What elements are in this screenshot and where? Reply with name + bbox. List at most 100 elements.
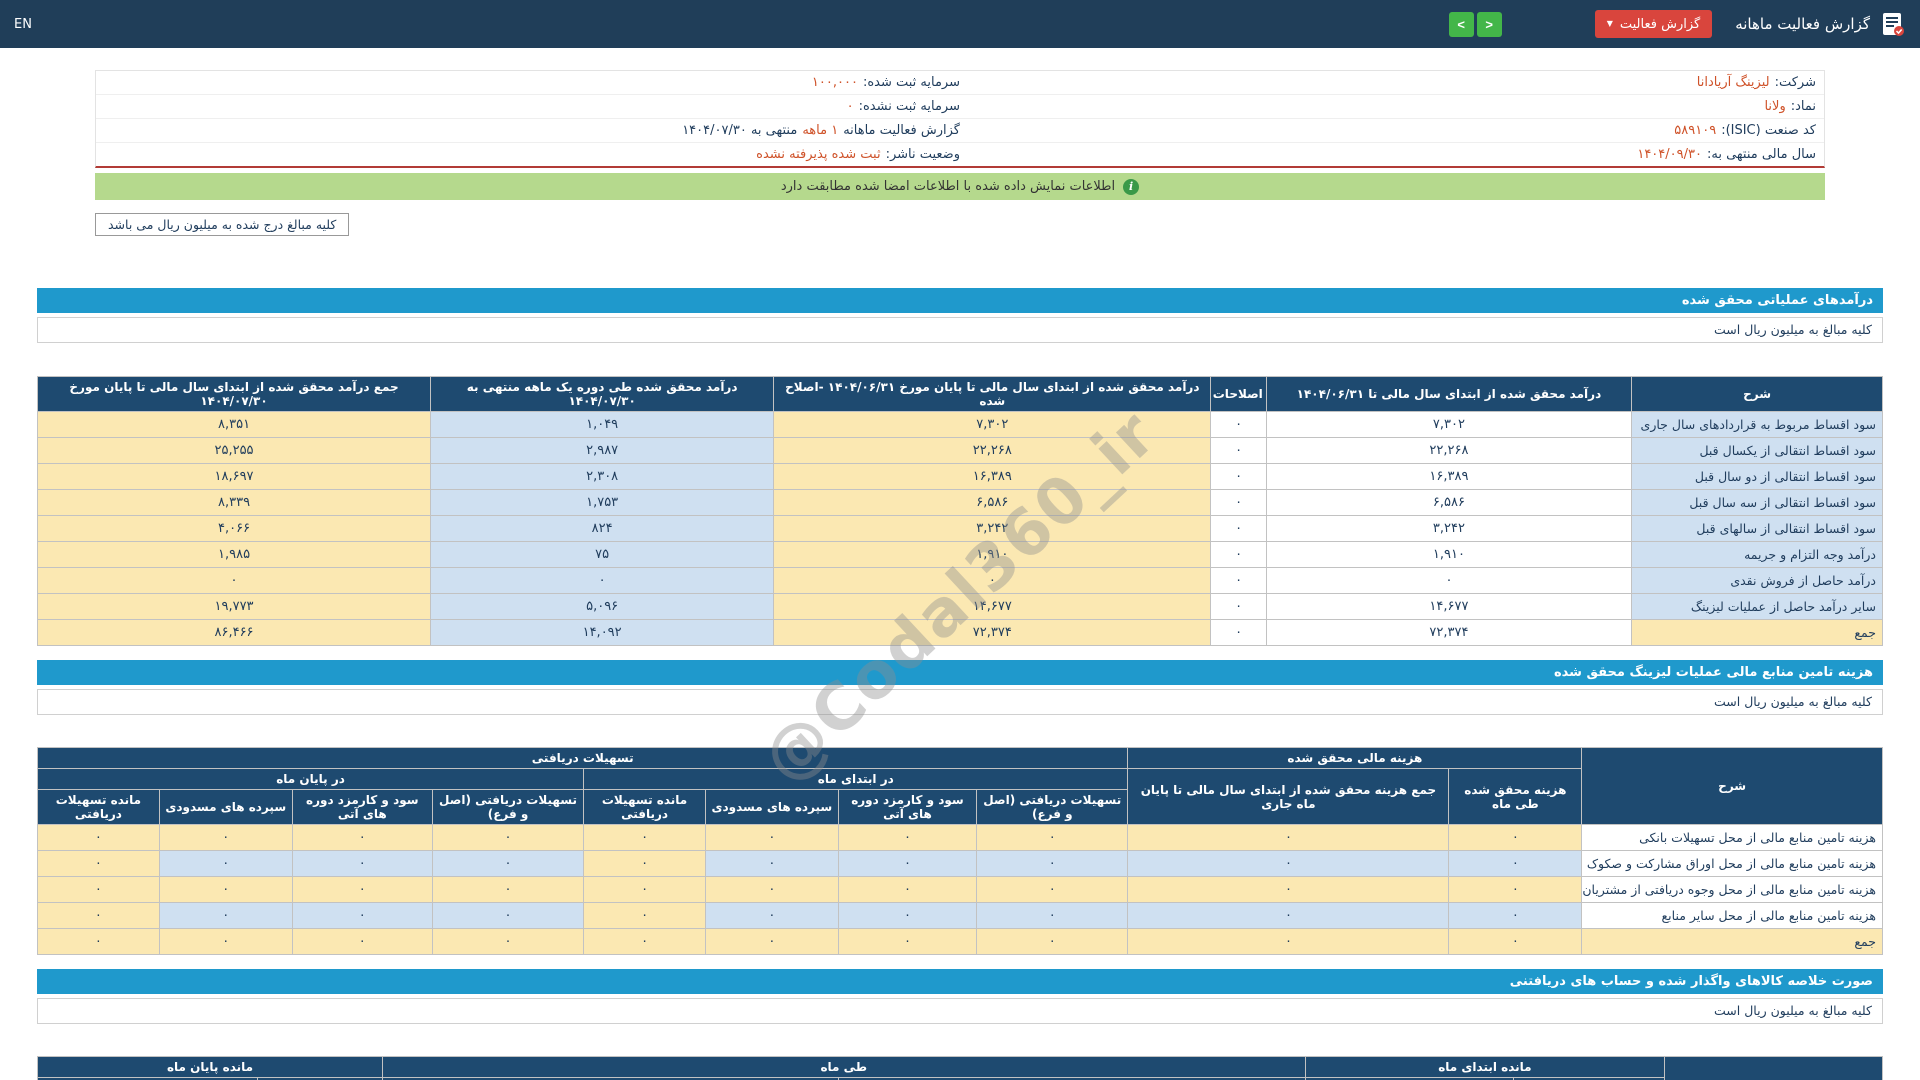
company-info: شرکت: لیزینگ آریادانا سرمایه ثبت شده: ۱۰… bbox=[95, 70, 1825, 168]
field-value: ۱۴۰۴/۰۹/۳۰ bbox=[1637, 147, 1702, 162]
cell: ۰ bbox=[1210, 489, 1267, 516]
cell: ۸۲۴ bbox=[430, 515, 775, 542]
table-row: سود اقساط انتقالی از سالهای قبل ۳,۲۴۲ ۰ ۳,۲… bbox=[36, 515, 1883, 542]
row-label: درآمد حاصل از فروش نقدی bbox=[1631, 567, 1883, 594]
col-group-end-balance: مانده پایان ماه bbox=[36, 1056, 384, 1078]
cell: ۱۶,۳۸۹ bbox=[1265, 463, 1633, 490]
language-toggle[interactable]: EN bbox=[14, 17, 32, 32]
cell: ۱۴,۶۷۷ bbox=[773, 593, 1212, 620]
period-nav: < > bbox=[1448, 11, 1502, 37]
col-header-facility-balance: مانده تسهیلات دریافتی bbox=[37, 789, 160, 825]
status-badge: ثبت شده پذیرفته نشده bbox=[756, 147, 881, 162]
row-label: سود اقساط انتقالی از یکسال قبل bbox=[1631, 437, 1883, 464]
cell: ۱۹,۷۷۳ bbox=[36, 593, 432, 620]
row-label: سود اقساط انتقالی از سالهای قبل bbox=[1631, 515, 1883, 542]
section-title: هزینه تامین منابع مالی عملیات لیزینگ محق… bbox=[37, 660, 1883, 685]
col-header-sharh: شرح bbox=[1581, 747, 1883, 825]
col-header-facility-principal: تسهیلات دریافتی (اصل و فرع) bbox=[431, 789, 585, 825]
table-row: هزینه تامین منابع مالی از محل تسهیلات با… bbox=[37, 824, 1883, 851]
company-name[interactable]: لیزینگ آریادانا bbox=[1697, 75, 1770, 90]
isic-field: کد صنعت (ISIC): ۵۸۹۱۰۹ bbox=[960, 123, 1816, 138]
cell: ۰ bbox=[1448, 824, 1583, 851]
report-period-field: گزارش فعالیت ماهانه ۱ ماهه منتهی به ۱۴۰۴… bbox=[104, 123, 960, 138]
section-operating-revenue: درآمدهای عملیاتی محقق شده کلیه مبالغ به … bbox=[36, 288, 1883, 646]
section-title: صورت خلاصه کالاهای واگذار شده و حساب های… bbox=[37, 969, 1883, 994]
cell: ۰ bbox=[837, 824, 978, 851]
unit-note-row: کلیه مبالغ به میلیون ریال است bbox=[37, 689, 1883, 715]
col-group-during-month: طی ماه bbox=[382, 1056, 1306, 1078]
cell: ۰ bbox=[158, 876, 293, 903]
info-row: کد صنعت (ISIC): ۵۸۹۱۰۹ گزارش فعالیت ماها… bbox=[96, 119, 1824, 143]
cell: ۰ bbox=[291, 824, 433, 851]
page-body: شرکت: لیزینگ آریادانا سرمایه ثبت شده: ۱۰… bbox=[0, 70, 1920, 1080]
cell: ۰ bbox=[837, 876, 978, 903]
cell: ۰ bbox=[837, 850, 978, 877]
col-group-end-month: در پایان ماه bbox=[36, 768, 585, 790]
nav-prev-button[interactable]: < bbox=[1476, 11, 1502, 37]
field-label: سال مالی منتهی به: bbox=[1706, 147, 1816, 162]
col-header-adjustments: اصلاحات bbox=[1210, 376, 1267, 412]
section-title: درآمدهای عملیاتی محقق شده bbox=[37, 288, 1883, 313]
cell: ۱,۹۱۰ bbox=[773, 541, 1212, 568]
signed-info-text: اطلاعات نمایش داده شده با اطلاعات امضا ش… bbox=[780, 179, 1116, 194]
cell: ۰ bbox=[583, 824, 706, 851]
symbol-field: نماد: ولانا bbox=[960, 99, 1816, 114]
col-header-facility-principal: تسهیلات دریافتی (اصل و فرع) bbox=[976, 789, 1129, 825]
field-value: ۰ bbox=[846, 99, 854, 114]
cell: ۰ bbox=[704, 928, 839, 955]
cell: ۰ bbox=[1127, 824, 1450, 851]
table-row: هزینه تامین منابع مالی از محل سایر منابع… bbox=[37, 902, 1883, 929]
cell: ۰ bbox=[583, 902, 706, 929]
table-row: هزینه تامین منابع مالی از محل اوراق مشار… bbox=[37, 850, 1883, 877]
cell: ۷۲,۳۷۴ bbox=[1265, 619, 1633, 646]
table-row: جمع ۷۲,۳۷۴ ۰ ۷۲,۳۷۴ ۱۴,۰۹۲ ۸۶,۴۶۶ bbox=[36, 619, 1883, 646]
cell: ۱,۰۴۹ bbox=[430, 411, 775, 438]
cell: ۰ bbox=[431, 876, 585, 903]
cell: ۵,۰۹۶ bbox=[430, 593, 775, 620]
report-type-button[interactable]: گزارش فعالیت ▼ bbox=[1594, 10, 1713, 38]
cell: ۲۲,۲۶۸ bbox=[1265, 437, 1633, 464]
row-label: هزینه تامین منابع مالی از محل وجوه دریاف… bbox=[1581, 876, 1883, 903]
col-group-begin-month: در ابتدای ماه bbox=[583, 768, 1129, 790]
cell: ۰ bbox=[976, 902, 1129, 929]
cell: ۰ bbox=[158, 902, 293, 929]
field-value: ۱۰۰,۰۰۰ bbox=[811, 75, 858, 90]
cell: ۰ bbox=[1210, 619, 1267, 646]
info-row: شرکت: لیزینگ آریادانا سرمایه ثبت شده: ۱۰… bbox=[96, 71, 1824, 95]
cell: ۰ bbox=[291, 928, 433, 955]
cell: ۱,۹۸۵ bbox=[36, 541, 432, 568]
nav-next-button[interactable]: > bbox=[1448, 11, 1474, 37]
field-label: نماد: bbox=[1790, 99, 1816, 114]
publisher-status-field: وضعیت ناشر: ثبت شده پذیرفته نشده bbox=[104, 147, 960, 162]
col-header-cost-month: هزینه محقق شده طی ماه bbox=[1448, 768, 1583, 825]
cell: ۰ bbox=[773, 567, 1212, 594]
row-label: سایر درآمد حاصل از عملیات لیزینگ bbox=[1631, 593, 1883, 620]
cell: ۰ bbox=[976, 824, 1129, 851]
finance-cost-table: شرح هزینه مالی محقق شده تسهیلات دریافتی … bbox=[36, 747, 1883, 955]
cell: ۴,۰۶۶ bbox=[36, 515, 432, 542]
cell: ۰ bbox=[291, 902, 433, 929]
symbol-value: ولانا bbox=[1764, 99, 1786, 114]
cell: ۰ bbox=[37, 824, 160, 851]
cell: ۰ bbox=[976, 850, 1129, 877]
cell: ۳,۲۴۲ bbox=[773, 515, 1212, 542]
cell: ۰ bbox=[583, 850, 706, 877]
cell: ۰ bbox=[1210, 541, 1267, 568]
col-header-ytd: درآمد محقق شده از ابتدای سال مالی تا ۱۴۰… bbox=[1265, 376, 1633, 412]
cell: ۰ bbox=[1127, 902, 1450, 929]
cell: ۰ bbox=[1127, 928, 1450, 955]
cell: ۲,۹۸۷ bbox=[430, 437, 775, 464]
report-type-label: گزارش فعالیت bbox=[1619, 16, 1701, 32]
field-label: وضعیت ناشر: bbox=[885, 147, 960, 162]
table-row: سود اقساط انتقالی از سه سال قبل ۶,۵۸۶ ۰ ۶,۵… bbox=[36, 489, 1883, 516]
row-label: سود اقساط مربوط به قراردادهای سال جاری bbox=[1631, 411, 1883, 438]
col-header-future-interest: سود و کارمزد دوره های آتی bbox=[291, 789, 433, 825]
cell: ۶,۵۸۶ bbox=[1265, 489, 1633, 516]
row-label: هزینه تامین منابع مالی از محل تسهیلات با… bbox=[1581, 824, 1883, 851]
table-row: جمع ۰ ۰ ۰ ۰ ۰ ۰ ۰ ۰ ۰ ۰ bbox=[37, 928, 1883, 955]
cell: ۰ bbox=[1448, 850, 1583, 877]
col-group-realized-cost: هزینه مالی محقق شده bbox=[1127, 747, 1583, 769]
cell: ۸,۳۵۱ bbox=[36, 411, 432, 438]
goods-summary-table: شرح مانده ابتدای ماه طی ماه مانده پایان … bbox=[36, 1056, 1883, 1080]
table-row: سود اقساط انتقالی از دو سال قبل ۱۶,۳۸۹ ۰ ۱۶… bbox=[36, 463, 1883, 490]
